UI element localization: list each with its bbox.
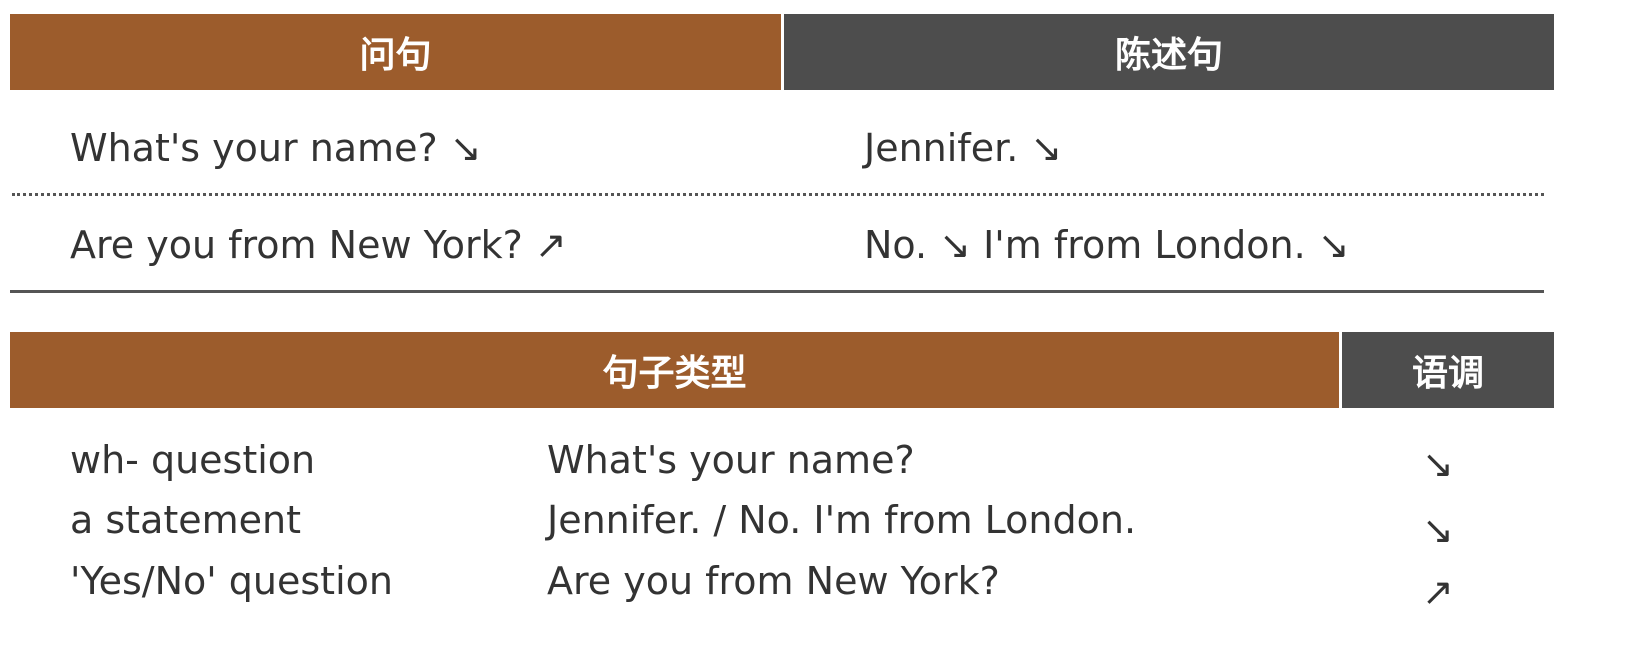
table2-row1-type: wh- question (70, 438, 316, 482)
row-divider-dotted (12, 193, 1544, 196)
table2-row3-example: Are you from New York? (547, 559, 1000, 603)
falling-arrow-icon: ↘ (1422, 508, 1454, 552)
header-question-label: 问句 (359, 35, 432, 76)
falling-arrow-icon: ↘ (1422, 442, 1454, 486)
header-sentence-type: 句子类型 (10, 332, 1339, 408)
rising-arrow-icon: ↗ (1422, 570, 1454, 614)
header-intonation: 语调 (1342, 332, 1554, 408)
table2-row1-example: What's your name? (547, 438, 915, 482)
table2-row3-type: 'Yes/No' question (70, 559, 393, 603)
table1-row2-question: Are you from New York? ↗ (70, 223, 567, 267)
table1-row1-statement: Jennifer. ↘ (864, 126, 1063, 170)
header-intonation-label: 语调 (1411, 353, 1484, 394)
table1-row2-statement: No. ↘ I'm from London. ↘ (864, 223, 1350, 267)
table2-row2-type: a statement (70, 498, 302, 542)
header-statement-label: 陈述句 (1114, 35, 1223, 76)
table-divider-solid (10, 290, 1544, 293)
header-sentence-type-label: 句子类型 (602, 353, 747, 394)
header-question: 问句 (10, 14, 781, 90)
header-statement: 陈述句 (784, 14, 1554, 90)
table2-row2-example: Jennifer. / No. I'm from London. (547, 498, 1137, 542)
table1-row1-question: What's your name? ↘ (70, 126, 482, 170)
